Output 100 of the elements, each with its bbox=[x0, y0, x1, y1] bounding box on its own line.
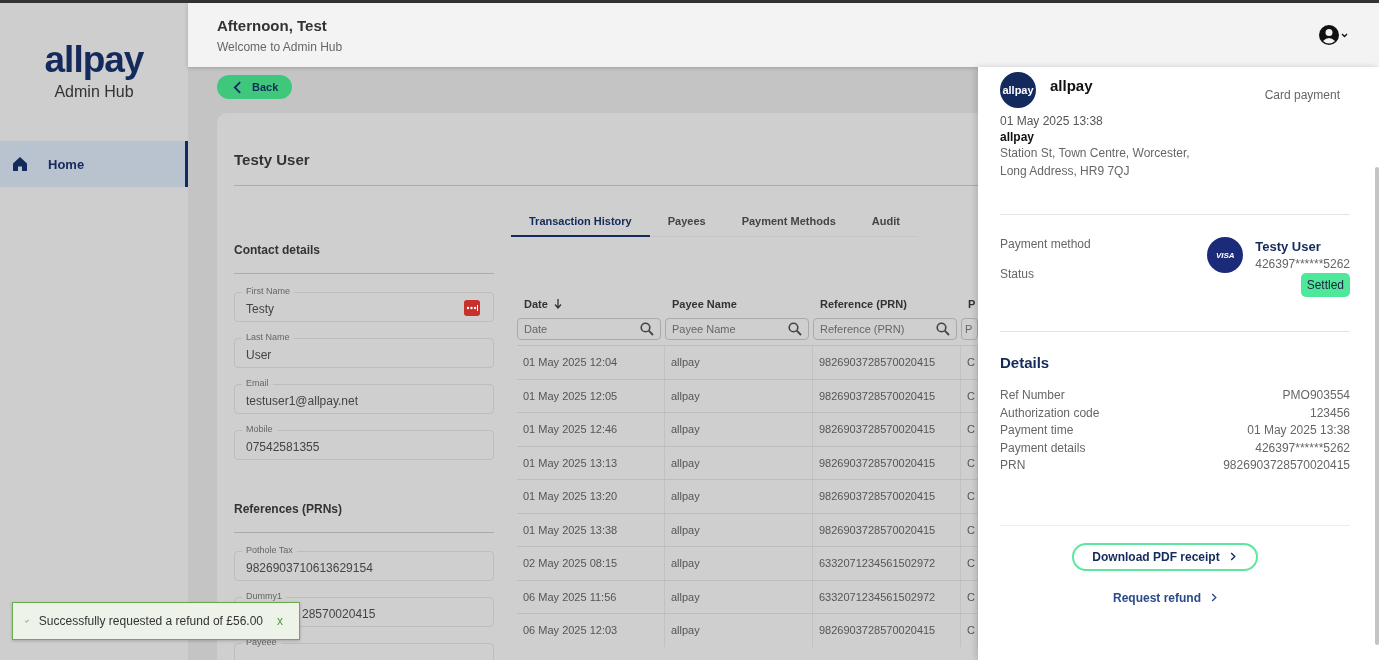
user-icon bbox=[1319, 25, 1349, 45]
card-number: 426397******5262 bbox=[1255, 257, 1350, 271]
tab[interactable]: Payment Methods bbox=[723, 211, 854, 237]
field-label: Pothole Tax bbox=[242, 545, 297, 555]
filter-field[interactable]: Reference (PRN) bbox=[813, 318, 957, 340]
tab[interactable]: Audit bbox=[853, 211, 918, 237]
table-cell: allpay bbox=[671, 456, 700, 469]
table-cell: 9826903728570020415 bbox=[819, 356, 936, 369]
tab[interactable]: Payees bbox=[649, 211, 724, 237]
search-icon bbox=[788, 322, 802, 336]
home-icon bbox=[12, 156, 28, 172]
table-cell: 01 May 2025 13:13 bbox=[523, 456, 618, 469]
table-cell: 01 May 2025 12:46 bbox=[523, 423, 618, 436]
detail-value: 426397******5262 bbox=[1255, 439, 1350, 457]
table-cell: 9826903728570020415 bbox=[819, 389, 936, 402]
table-cell: 9826903728570020415 bbox=[819, 423, 936, 436]
detail-value: 01 May 2025 13:38 bbox=[1247, 422, 1350, 439]
table-cell: allpay bbox=[671, 590, 700, 603]
table-cell: C bbox=[967, 590, 975, 603]
table-cell: C bbox=[967, 456, 975, 469]
table-cell: 6332071234561502972 bbox=[819, 590, 936, 603]
column-header[interactable]: Reference (PRN) bbox=[813, 292, 907, 316]
chevron-right-icon bbox=[1229, 552, 1236, 561]
table-cell: allpay bbox=[671, 490, 700, 503]
request-refund-link[interactable]: Request refund bbox=[1113, 590, 1217, 605]
table-cell: allpay bbox=[671, 624, 700, 637]
detail-label: Payment time bbox=[1000, 422, 1074, 439]
nav-item[interactable]: Home bbox=[0, 141, 188, 187]
table-cell: 9826903728570020415 bbox=[819, 490, 936, 503]
table-cell: allpay bbox=[671, 356, 700, 369]
table-cell: allpay bbox=[671, 557, 700, 570]
table-cell: 06 May 2025 12:03 bbox=[523, 624, 618, 637]
column-header[interactable]: Date bbox=[517, 292, 562, 316]
table-cell: 01 May 2025 13:38 bbox=[523, 523, 618, 536]
table-cell: 01 May 2025 12:05 bbox=[523, 389, 618, 402]
table-cell: C bbox=[967, 557, 975, 570]
detail-label: PRN bbox=[1000, 457, 1026, 474]
table-cell: 9826903728570020415 bbox=[819, 624, 936, 637]
detail-value: 9826903728570020415 bbox=[1223, 457, 1350, 474]
filter-field[interactable]: Date bbox=[517, 318, 661, 340]
card-brand-logo: VISA bbox=[1207, 237, 1244, 273]
merchant-title: allpay bbox=[1050, 77, 1093, 94]
welcome-text: Welcome to Admin Hub bbox=[217, 39, 343, 54]
detail-label: Authorization code bbox=[1000, 404, 1100, 422]
logo: allpay bbox=[44, 39, 144, 81]
column-header[interactable]: P bbox=[961, 292, 976, 316]
table-cell: C bbox=[967, 423, 975, 436]
table-cell: 6332071234561502972 bbox=[819, 557, 936, 570]
table-cell: C bbox=[967, 523, 975, 536]
field-label: Status bbox=[1000, 267, 1035, 281]
table-cell: allpay bbox=[671, 423, 700, 436]
chevron-left-icon bbox=[233, 80, 242, 94]
card-holder: Testy User bbox=[1255, 239, 1322, 254]
detail-value: 123456 bbox=[1309, 404, 1350, 422]
password-manager-icon[interactable] bbox=[464, 300, 480, 316]
detail-label: Ref Number bbox=[1000, 387, 1065, 404]
table-cell: C bbox=[967, 490, 975, 503]
download-receipt-button[interactable]: Download PDF receipt bbox=[1072, 542, 1258, 571]
chevron-right-icon bbox=[1211, 593, 1217, 602]
field-label: First Name bbox=[242, 286, 294, 296]
table-cell: 01 May 2025 13:20 bbox=[523, 490, 618, 503]
payment-type: Card payment bbox=[1264, 88, 1340, 102]
app-subtitle: Admin Hub bbox=[54, 83, 134, 101]
detail-label: Payment details bbox=[1000, 439, 1086, 457]
address-line: Long Address, HR9 7QJ bbox=[1000, 163, 1131, 180]
table-cell: 01 May 2025 12:04 bbox=[523, 356, 618, 369]
section-title: Contact details bbox=[234, 243, 321, 257]
table-cell: 9826903728570020415 bbox=[819, 456, 936, 469]
column-header[interactable]: Payee Name bbox=[665, 292, 737, 316]
field-label: Email bbox=[242, 378, 273, 388]
greeting: Afternoon, Test bbox=[217, 16, 328, 34]
customer-name: Testy User bbox=[234, 151, 310, 168]
table-cell: allpay bbox=[671, 389, 700, 402]
table-cell: allpay bbox=[671, 523, 700, 536]
field-label: Mobile bbox=[242, 424, 277, 434]
back-button[interactable]: Back bbox=[217, 75, 293, 99]
field-label: Last Name bbox=[242, 332, 294, 342]
table-cell: C bbox=[967, 389, 975, 402]
field-label: Payment method bbox=[1000, 237, 1091, 251]
table-cell: 02 May 2025 08:15 bbox=[523, 557, 618, 570]
section-title: References (PRNs) bbox=[234, 502, 344, 516]
search-icon bbox=[936, 322, 950, 336]
transaction-date: 01 May 2025 13:38 bbox=[1000, 114, 1104, 128]
field-label: Dummy1 bbox=[242, 591, 286, 601]
account-menu-button[interactable] bbox=[1319, 25, 1349, 45]
scrollbar[interactable] bbox=[1375, 167, 1379, 645]
filter-field[interactable]: P bbox=[961, 318, 978, 340]
search-icon bbox=[640, 322, 654, 336]
status-badge: Settled bbox=[1300, 273, 1350, 297]
tab[interactable]: Transaction History bbox=[511, 211, 650, 237]
filter-field[interactable]: Payee Name bbox=[665, 318, 809, 340]
section-title: Details bbox=[1000, 354, 1051, 371]
address-line: Station St, Town Centre, Worcester, bbox=[1000, 145, 1191, 162]
table-cell: C bbox=[967, 624, 975, 637]
merchant-logo: allpay bbox=[1000, 72, 1036, 108]
detail-value: PMO903554 bbox=[1282, 387, 1350, 404]
table-cell: C bbox=[967, 356, 975, 369]
table-cell: 06 May 2025 11:56 bbox=[523, 590, 617, 603]
sort-arrow-icon bbox=[553, 299, 562, 309]
table-cell: 9826903728570020415 bbox=[819, 523, 936, 536]
